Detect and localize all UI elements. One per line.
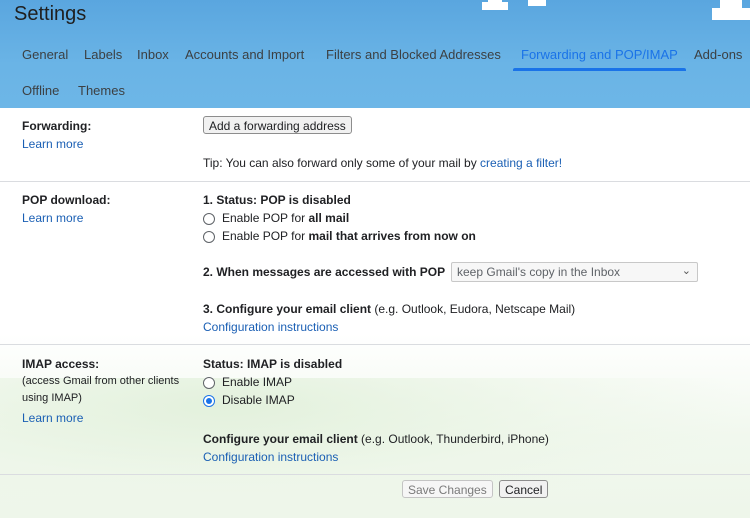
- pop-from-now-radio[interactable]: [203, 231, 215, 243]
- settings-content: Forwarding: Learn more Add a forwarding …: [0, 108, 750, 518]
- pop-label: POP download:: [22, 193, 111, 207]
- imap-label: IMAP access:: [22, 357, 100, 371]
- tab-inbox[interactable]: Inbox: [137, 47, 169, 62]
- pop-configure-bold: 3. Configure your email client: [203, 302, 372, 316]
- imap-enable-label: Enable IMAP: [222, 375, 293, 389]
- create-filter-link[interactable]: creating a filter!: [480, 156, 562, 170]
- cancel-button[interactable]: Cancel: [499, 480, 549, 498]
- imap-disable-label: Disable IMAP: [222, 393, 295, 407]
- section-divider: [0, 474, 750, 475]
- imap-configure-rest: (e.g. Outlook, Thunderbird, iPhone): [357, 432, 549, 446]
- forwarding-learn-more-link[interactable]: Learn more: [22, 137, 83, 151]
- tab-general[interactable]: General: [22, 47, 68, 62]
- imap-config-instructions-link[interactable]: Configuration instructions: [203, 450, 338, 464]
- pop-access-label: 2. When messages are accessed with POP: [203, 265, 446, 279]
- tab-offline[interactable]: Offline: [22, 83, 59, 98]
- forwarding-tip-text: Tip: You can also forward only some of y…: [203, 156, 481, 170]
- pop-from-now-option: Enable POP for mail that arrives from no…: [222, 229, 476, 243]
- cloud-decoration: [528, 0, 546, 6]
- pop-configure: 3. Configure your email client (e.g. Out…: [203, 302, 575, 316]
- cloud-decoration: [720, 0, 742, 10]
- chevron-down-icon: ⌄: [681, 265, 691, 277]
- background-hill: [0, 378, 750, 518]
- pop-config-instructions-link[interactable]: Configuration instructions: [203, 320, 338, 334]
- section-divider: [0, 181, 750, 182]
- settings-tabs-row2: Offline Themes: [0, 78, 750, 106]
- tab-forwarding-pop-imap[interactable]: Forwarding and POP/IMAP: [521, 47, 678, 62]
- pop-all-mail-option: Enable POP for all mail: [222, 211, 349, 225]
- settings-header: Settings General Labels Inbox Accounts a…: [0, 0, 750, 108]
- tab-labels[interactable]: Labels: [84, 47, 122, 62]
- active-tab-indicator: [513, 68, 686, 71]
- settings-tabs: General Labels Inbox Accounts and Import…: [0, 40, 750, 70]
- pop-all-mail-text: Enable POP for: [222, 211, 309, 225]
- tab-filters[interactable]: Filters and Blocked Addresses: [326, 47, 501, 62]
- imap-configure-bold: Configure your email client: [203, 432, 358, 446]
- pop-all-mail-radio[interactable]: [203, 213, 215, 225]
- add-forwarding-address-button[interactable]: Add a forwarding address: [203, 116, 352, 134]
- pop-access-value: keep Gmail's copy in the Inbox: [457, 265, 621, 279]
- pop-status: 1. Status: POP is disabled: [203, 193, 351, 207]
- imap-enable-radio[interactable]: [203, 377, 215, 389]
- pop-from-now-text: Enable POP for: [222, 229, 309, 243]
- tab-accounts-and-import[interactable]: Accounts and Import: [185, 47, 304, 62]
- section-divider: [0, 344, 750, 345]
- cloud-decoration: [488, 0, 502, 4]
- pop-all-mail-bold: all mail: [308, 211, 350, 225]
- imap-learn-more-link[interactable]: Learn more: [22, 411, 83, 425]
- imap-sub-label-1: (access Gmail from other clients: [22, 375, 180, 387]
- imap-sub-label-2: using IMAP): [22, 392, 82, 404]
- imap-disable-radio[interactable]: [203, 395, 215, 407]
- pop-learn-more-link[interactable]: Learn more: [22, 211, 83, 225]
- pop-configure-rest: (e.g. Outlook, Eudora, Netscape Mail): [371, 302, 576, 316]
- pop-from-now-bold: mail that arrives from now on: [308, 229, 476, 243]
- forwarding-label: Forwarding:: [22, 119, 92, 133]
- imap-configure: Configure your email client (e.g. Outloo…: [203, 432, 549, 446]
- imap-status: Status: IMAP is disabled: [203, 357, 343, 371]
- save-changes-button[interactable]: Save Changes: [402, 480, 493, 498]
- forwarding-tip: Tip: You can also forward only some of y…: [203, 156, 562, 170]
- tab-themes[interactable]: Themes: [78, 83, 125, 98]
- tab-add-ons[interactable]: Add-ons: [694, 47, 742, 62]
- page-title: Settings: [14, 3, 87, 25]
- pop-access-select[interactable]: keep Gmail's copy in the Inbox ⌄: [451, 262, 698, 282]
